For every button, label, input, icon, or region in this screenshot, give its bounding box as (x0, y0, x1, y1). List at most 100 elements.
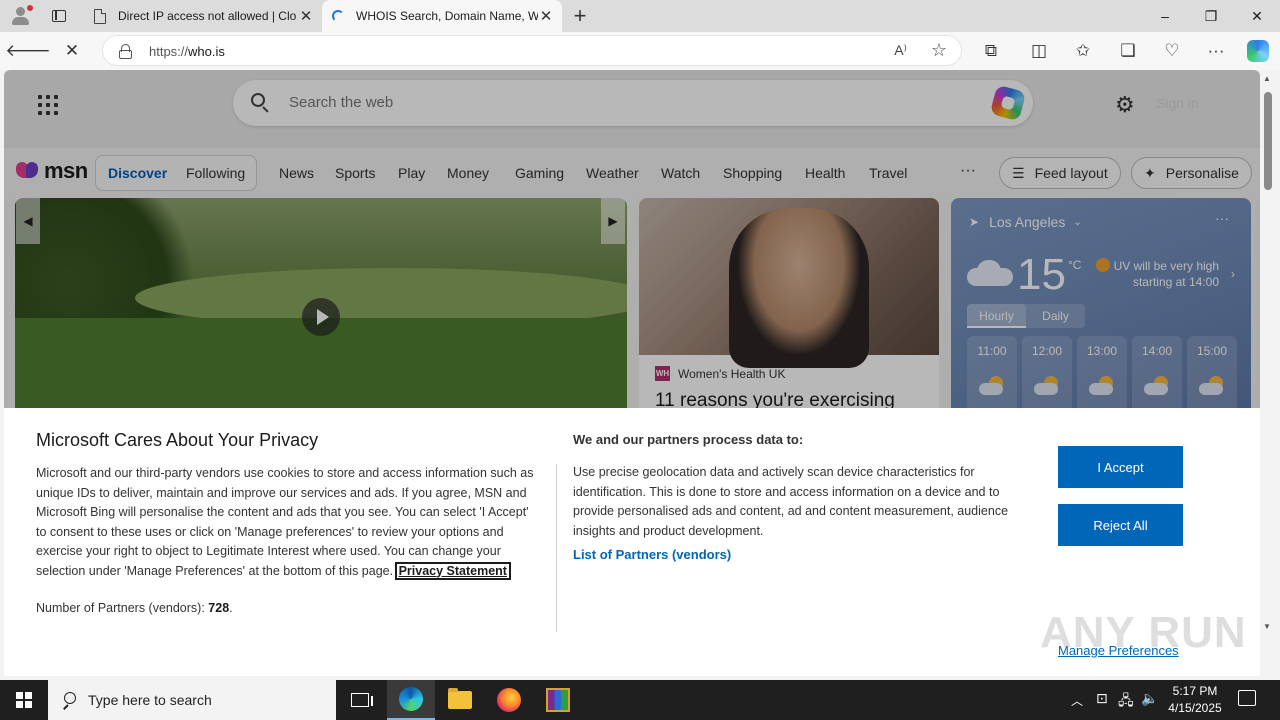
file-explorer-icon[interactable] (436, 680, 484, 720)
carousel-prev-icon[interactable]: ◀ (16, 198, 40, 244)
new-tab-button[interactable]: + (568, 3, 592, 29)
hour-item[interactable]: 12:00 (1022, 336, 1072, 408)
url-text[interactable]: https://who.is (149, 44, 225, 59)
firefox-icon[interactable] (485, 680, 533, 720)
windows-logo-icon (16, 692, 32, 708)
extensions-icon[interactable]: ⧉ (977, 38, 1005, 64)
stop-loading-icon[interactable]: ✕ (58, 38, 86, 64)
nav-travel[interactable]: Travel (869, 165, 907, 181)
temperature-unit[interactable]: °C (1068, 258, 1081, 272)
feed-layout-button[interactable]: ☰ Feed layout (999, 157, 1121, 189)
tab-daily[interactable]: Daily (1026, 304, 1085, 328)
lock-icon[interactable] (119, 44, 132, 59)
app-launcher-icon[interactable] (38, 95, 58, 115)
tab-hourly[interactable]: Hourly (967, 304, 1026, 328)
edge-taskbar-icon[interactable] (387, 680, 435, 720)
news-card[interactable]: WH Women's Health UK 11 reasons you're e… (639, 198, 939, 408)
carousel-next-icon[interactable]: ▶ (601, 198, 625, 244)
tab-whois[interactable]: WHOIS Search, Domain Name, W ✕ (322, 0, 562, 32)
minimize-button[interactable]: – (1142, 0, 1188, 32)
tab-discover[interactable]: Discover (108, 165, 167, 181)
address-bar[interactable]: https://who.is A⁾ ☆ (102, 35, 962, 66)
weather-card[interactable]: ➤ Los Angeles ⌄ ··· 15 °C UV will be ver… (951, 198, 1251, 408)
read-aloud-icon[interactable]: A⁾ (894, 42, 907, 59)
nav-health[interactable]: Health (805, 165, 845, 181)
more-nav-icon[interactable]: ··· (960, 162, 976, 180)
process-body: Use precise geolocation data and activel… (573, 465, 1009, 538)
hour-item[interactable]: 11:00 (967, 336, 1017, 408)
tab-title: Direct IP access not allowed | Clo (118, 9, 297, 23)
hero-video-card[interactable] (15, 198, 627, 408)
browser-essentials-icon[interactable]: ♡ (1158, 38, 1186, 64)
vendors-link[interactable]: List of Partners (vendors) (573, 547, 731, 562)
winrar-icon[interactable] (534, 680, 582, 720)
close-icon[interactable]: ✕ (538, 7, 554, 25)
feed-toggle: Discover Following (95, 155, 257, 191)
play-icon[interactable] (302, 298, 340, 336)
more-options-icon[interactable]: ··· (1215, 210, 1229, 226)
page-scrollbar[interactable]: ▲ ▼ (1261, 70, 1275, 636)
nav-news[interactable]: News (279, 165, 314, 181)
hour-item[interactable]: 15:00 (1187, 336, 1237, 408)
weather-location[interactable]: ➤ Los Angeles ⌄ (969, 214, 1082, 230)
nav-gaming[interactable]: Gaming (515, 165, 564, 181)
sliders-icon: ☰ (1012, 164, 1025, 181)
reject-all-button[interactable]: Reject All (1058, 504, 1183, 546)
browser-toolbar: 🡐 ✕ https://who.is A⁾ ☆ ⧉ ◫ ✩ ❏ ♡ ··· (0, 32, 1280, 70)
uv-alert[interactable]: UV will be very high starting at 14:00 › (1095, 258, 1235, 290)
scroll-down-icon[interactable]: ▼ (1263, 622, 1271, 631)
tab-actions-icon[interactable] (48, 6, 70, 26)
nav-shopping[interactable]: Shopping (723, 165, 782, 181)
collections-icon[interactable]: ❏ (1114, 38, 1142, 64)
copilot-icon[interactable] (1244, 38, 1272, 64)
restore-button[interactable]: ❐ (1188, 0, 1234, 32)
more-options-icon[interactable]: ··· (1202, 38, 1230, 64)
hour-item[interactable]: 14:00 (1132, 336, 1182, 408)
close-icon[interactable]: ✕ (298, 7, 314, 25)
nav-weather[interactable]: Weather (586, 165, 639, 181)
sign-in-button[interactable]: Sign in (1156, 95, 1199, 111)
nav-watch[interactable]: Watch (661, 165, 700, 181)
privacy-body: Microsoft and our third-party vendors us… (36, 466, 534, 580)
split-screen-icon[interactable]: ◫ (1025, 38, 1053, 64)
nav-sports[interactable]: Sports (335, 165, 375, 181)
close-window-button[interactable]: ✕ (1234, 0, 1280, 32)
nav-play[interactable]: Play (398, 165, 425, 181)
forecast-tabs: Hourly Daily (967, 304, 1085, 328)
chevron-down-icon: ⌄ (1073, 216, 1082, 228)
gear-icon[interactable]: ⚙ (1115, 92, 1135, 118)
taskbar-clock[interactable]: 5:17 PM 4/15/2025 (1160, 683, 1230, 717)
profile-icon[interactable] (8, 4, 34, 28)
task-view-icon[interactable] (336, 680, 384, 720)
search-input[interactable]: Search the web (289, 94, 393, 111)
hour-item[interactable]: 13:00 (1077, 336, 1127, 408)
web-search-box[interactable]: Search the web (233, 80, 1033, 126)
partly-cloudy-icon (979, 376, 1007, 396)
news-headline[interactable]: 11 reasons you're exercising (655, 390, 895, 408)
taskbar-search-input[interactable]: Type here to search (88, 692, 212, 708)
tab-direct-ip[interactable]: Direct IP access not allowed | Clo ✕ (84, 0, 322, 32)
hourly-forecast: 11:00 12:00 13:00 14:00 15:00 (967, 336, 1237, 408)
scroll-up-icon[interactable]: ▲ (1263, 74, 1271, 83)
network-icon[interactable]: 🖧 (1118, 690, 1134, 714)
copilot-icon[interactable] (989, 84, 1027, 122)
favorite-star-icon[interactable]: ☆ (931, 40, 947, 61)
favorites-icon[interactable]: ✩ (1069, 38, 1097, 64)
volume-icon[interactable]: 🔈 (1141, 690, 1158, 707)
notifications-icon[interactable] (1238, 690, 1256, 706)
personalise-button[interactable]: ✦ Personalise (1131, 157, 1252, 189)
tab-following[interactable]: Following (186, 165, 245, 181)
nav-money[interactable]: Money (447, 165, 489, 181)
tray-chevron-up-icon[interactable]: ︿ (1071, 692, 1083, 709)
scrollbar-thumb[interactable] (1264, 92, 1272, 190)
privacy-consent-dialog: Microsoft Cares About Your Privacy Micro… (4, 408, 1260, 676)
search-icon (62, 692, 78, 710)
taskbar-search-box[interactable]: Type here to search (48, 680, 336, 720)
privacy-statement-link[interactable]: Privacy Statement (394, 561, 511, 580)
accept-button[interactable]: I Accept (1058, 446, 1183, 488)
msn-logo[interactable]: msn (16, 158, 88, 184)
device-icon[interactable]: ⊡ (1096, 690, 1108, 707)
anyrun-watermark: ANY RUN (1040, 608, 1247, 657)
back-arrow-icon[interactable]: 🡐 (5, 38, 51, 64)
start-button[interactable] (0, 680, 48, 720)
